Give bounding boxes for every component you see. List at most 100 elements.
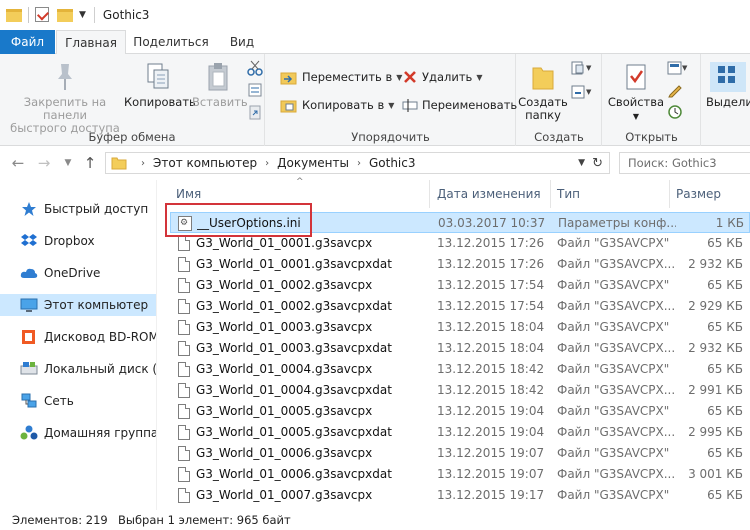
- customize-toolbar-arrow-icon[interactable]: ▼: [79, 10, 86, 20]
- tab-file[interactable]: Файл: [0, 30, 55, 54]
- folder-icon: [111, 157, 127, 170]
- pin-icon: [58, 64, 72, 90]
- ribbon: Закрепить на панели быстрого доступа Коп…: [0, 54, 750, 146]
- file-row[interactable]: G3_World_01_0002.g3savcpx 13.12.2015 17:5…: [170, 275, 750, 296]
- dropbox-icon: [21, 234, 37, 246]
- file-icon: [178, 383, 190, 398]
- nav-label: Быстрый доступ: [44, 202, 149, 216]
- file-row[interactable]: G3_World_01_0003.g3savcpxdat 13.12.2015 1…: [170, 338, 750, 359]
- file-row[interactable]: G3_World_01_0004.g3savcpxdat 13.12.2015 1…: [170, 380, 750, 401]
- file-name: G3_World_01_0003.g3savcpx: [196, 320, 373, 334]
- breadcrumb-documents[interactable]: Документы: [277, 156, 349, 170]
- file-row[interactable]: G3_World_01_0006.g3savcpx 13.12.2015 19:0…: [170, 443, 750, 464]
- new-folder-button[interactable]: Создать папку: [517, 62, 569, 122]
- file-type: Параметры конф...: [558, 216, 676, 230]
- window-title: Gothic3: [93, 7, 149, 23]
- open-icon[interactable]: ▼: [667, 60, 689, 76]
- pane-splitter[interactable]: [156, 180, 157, 510]
- select-grid-icon: [710, 62, 746, 92]
- breadcrumb-this-pc[interactable]: Этот компьютер: [153, 156, 257, 170]
- pin-quick-access-button[interactable]: Закрепить на панели быстрого доступа: [4, 62, 126, 135]
- new-item-icon[interactable]: ▼: [571, 60, 593, 76]
- search-input[interactable]: Поиск: Gothic3: [619, 152, 750, 174]
- copy-path-icon[interactable]: [247, 82, 263, 98]
- file-row[interactable]: G3_World_01_0003.g3savcpx 13.12.2015 18:0…: [170, 317, 750, 338]
- move-to-button[interactable]: Переместить в ▼: [280, 66, 402, 88]
- address-bar[interactable]: › Этот компьютер › Документы › Gothic3 ▼…: [105, 152, 610, 174]
- column-header-type[interactable]: Тип: [551, 180, 670, 208]
- rename-button[interactable]: Переименовать: [402, 94, 517, 116]
- select-button[interactable]: Выделить: [706, 62, 750, 109]
- nav-label: Этот компьютер: [44, 298, 149, 312]
- file-size: 65 КБ: [707, 362, 743, 376]
- svg-text:▼: ▼: [586, 64, 592, 72]
- file-row[interactable]: G3_World_01_0006.g3savcpxdat 13.12.2015 1…: [170, 464, 750, 485]
- nav-item-this-pc[interactable]: Этот компьютер: [0, 294, 156, 316]
- nav-item-network[interactable]: Сеть: [0, 390, 156, 412]
- address-dropdown-icon[interactable]: ▼: [578, 158, 585, 168]
- cut-icon[interactable]: [247, 60, 263, 76]
- file-icon: [178, 341, 190, 356]
- new-folder-quick-button[interactable]: [57, 7, 73, 23]
- file-row[interactable]: G3_World_01_0005.g3savcpx 13.12.2015 19:0…: [170, 401, 750, 422]
- copy-button[interactable]: Копировать: [124, 62, 196, 109]
- nav-item-quick-access[interactable]: Быстрый доступ: [0, 198, 156, 220]
- properties-label: Свойства: [607, 95, 665, 109]
- breadcrumb-gothic3[interactable]: Gothic3: [369, 156, 416, 170]
- file-size: 1 КБ: [715, 216, 744, 230]
- copy-icon: [147, 63, 169, 89]
- recent-locations-chevron-icon[interactable]: ▼: [58, 152, 78, 174]
- title-bar: ▼ Gothic3: [0, 0, 750, 30]
- easy-access-icon[interactable]: ▼: [571, 84, 593, 100]
- file-size: 65 КБ: [707, 446, 743, 460]
- file-type: Файл "G3SAVCPX": [557, 488, 670, 502]
- copy-to-button[interactable]: Копировать в ▼: [280, 94, 394, 116]
- file-name: G3_World_01_0005.g3savcpxdat: [196, 425, 392, 439]
- folder-icon: [6, 7, 22, 23]
- file-icon: [178, 278, 190, 293]
- file-date: 13.12.2015 19:04: [437, 404, 545, 418]
- refresh-icon[interactable]: ↻: [592, 156, 603, 171]
- file-name: G3_World_01_0003.g3savcpxdat: [196, 341, 392, 355]
- tab-home[interactable]: Главная: [56, 30, 126, 55]
- file-size: 65 КБ: [707, 404, 743, 418]
- paste-icon: [208, 63, 228, 91]
- file-row[interactable]: G3_World_01_0005.g3savcpxdat 13.12.2015 1…: [170, 422, 750, 443]
- file-date: 13.12.2015 19:17: [437, 488, 545, 502]
- tab-view[interactable]: Вид: [216, 30, 268, 54]
- paste-shortcut-icon[interactable]: [247, 104, 263, 120]
- file-icon: [178, 362, 190, 377]
- forward-arrow-icon[interactable]: →: [34, 152, 54, 174]
- file-name: G3_World_01_0007.g3savcpx: [196, 488, 373, 502]
- nav-item-local-disk[interactable]: Локальный диск (C:): [0, 358, 156, 380]
- nav-item-onedrive[interactable]: OneDrive: [0, 262, 156, 284]
- file-name: G3_World_01_0004.g3savcpxdat: [196, 383, 392, 397]
- file-row[interactable]: G3_World_01_0007.g3savcpx 13.12.2015 19:1…: [170, 485, 750, 506]
- delete-button[interactable]: Удалить ▼: [402, 66, 482, 88]
- column-header-size[interactable]: Размер: [670, 180, 750, 208]
- nav-item-bd-rom[interactable]: Дисковод BD-ROM (: [0, 326, 156, 348]
- nav-label: Сеть: [44, 394, 74, 408]
- create-group-label: Создать: [534, 130, 584, 144]
- column-header-date[interactable]: Дата изменения: [431, 180, 551, 208]
- nav-item-homegroup[interactable]: Домашняя группа: [0, 422, 156, 444]
- properties-quick-button[interactable]: [35, 7, 51, 23]
- dropdown-arrow-icon: ▼: [632, 112, 640, 121]
- paste-label: Вставить: [192, 95, 248, 109]
- tab-share[interactable]: Поделиться: [128, 30, 214, 54]
- back-arrow-icon[interactable]: ←: [8, 152, 28, 174]
- file-size: 2 991 КБ: [688, 383, 743, 397]
- nav-item-dropbox[interactable]: Dropbox: [0, 230, 156, 252]
- file-name: G3_World_01_0006.g3savcpxdat: [196, 467, 392, 481]
- file-size: 2 929 КБ: [688, 299, 743, 313]
- file-icon: [178, 404, 190, 419]
- up-arrow-icon[interactable]: ↑: [80, 152, 100, 174]
- file-row[interactable]: G3_World_01_0002.g3savcpxdat 13.12.2015 1…: [170, 296, 750, 317]
- paste-button[interactable]: Вставить: [192, 62, 248, 109]
- properties-button[interactable]: Свойства ▼: [607, 62, 665, 123]
- file-row[interactable]: G3_World_01_0001.g3savcpxdat 13.12.2015 1…: [170, 254, 750, 275]
- edit-icon[interactable]: [667, 82, 683, 98]
- history-icon[interactable]: [667, 104, 683, 120]
- file-size: 2 932 КБ: [688, 341, 743, 355]
- file-row[interactable]: G3_World_01_0004.g3savcpx 13.12.2015 18:4…: [170, 359, 750, 380]
